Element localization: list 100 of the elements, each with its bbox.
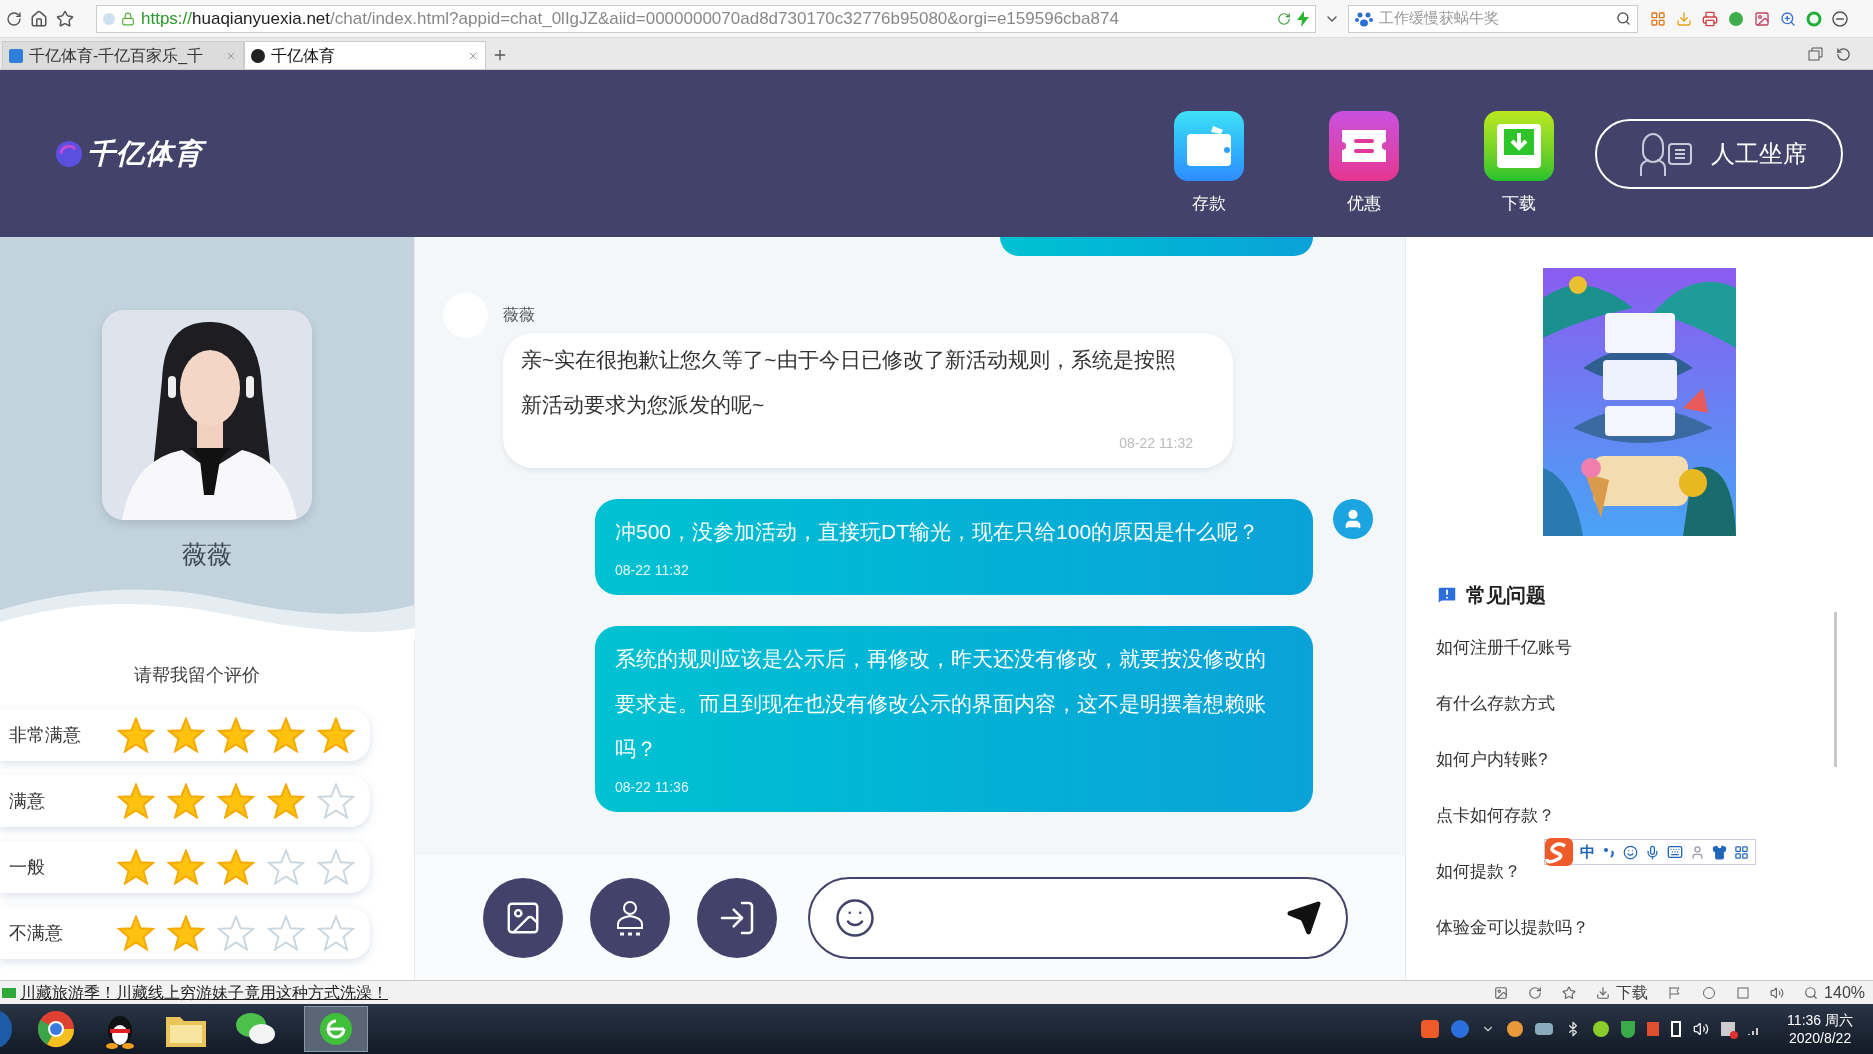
nav-label[interactable]: 优惠 <box>1347 190 1381 217</box>
image-icon[interactable] <box>1754 10 1770 27</box>
message-time: 08-22 11:32 <box>615 561 690 580</box>
bookmark-icon[interactable] <box>56 9 74 28</box>
refresh-icon[interactable] <box>1528 985 1543 1000</box>
filled-star-icon[interactable] <box>217 717 255 753</box>
news-icon <box>2 987 16 998</box>
empty-star-icon[interactable] <box>317 783 355 819</box>
clock-date[interactable]: 2020/8/22 <box>1788 1029 1852 1047</box>
printer-icon[interactable] <box>1702 10 1718 27</box>
battery-icon[interactable] <box>1671 1021 1682 1037</box>
network-icon[interactable] <box>1535 1023 1554 1035</box>
image-icon[interactable] <box>1494 985 1509 1000</box>
wallet-icon[interactable] <box>1174 110 1244 181</box>
filled-star-icon[interactable] <box>167 717 205 753</box>
rating-label: 不满意 <box>9 921 64 945</box>
rating-option[interactable]: 满意 <box>0 775 370 827</box>
filled-star-icon[interactable] <box>267 783 305 819</box>
keyboard-icon[interactable] <box>1667 844 1683 860</box>
filled-star-icon[interactable] <box>317 717 355 753</box>
flag-icon[interactable] <box>1668 985 1683 1000</box>
lightning-icon[interactable] <box>1297 10 1309 27</box>
agent-button[interactable]: 人工坐席 <box>1595 118 1843 189</box>
rating-label: 非常满意 <box>9 723 82 747</box>
rating-label: 一般 <box>9 855 46 879</box>
faq-item[interactable]: 点卡如何存款？ <box>1436 804 1589 827</box>
address-field[interactable]: https://huaqianyuexia.net/chat/index.html?appid=chat_0lIgJZ&aiid=0000000070ad8d730170c32776b95080&orgi=e159596cba874 <box>96 4 1316 33</box>
volume-icon[interactable] <box>1693 1021 1710 1037</box>
rating-option[interactable]: 一般 <box>0 841 370 893</box>
browser-tab[interactable]: 千亿体育-千亿百家乐_千 <box>2 41 244 69</box>
refresh-icon[interactable] <box>6 10 22 27</box>
agent-name: 薇薇 <box>182 539 232 570</box>
filled-star-icon[interactable] <box>117 849 155 885</box>
message-text: 冲500，没参加活动，直接玩DT输光，现在只给100的原因是什么呢？ <box>615 519 1261 545</box>
download-icon[interactable] <box>1484 110 1554 181</box>
nav-label[interactable]: 下载 <box>1502 190 1536 217</box>
input-method-icon[interactable] <box>1421 1020 1440 1038</box>
search-field[interactable]: 工作缓慢获蜗牛奖 <box>1348 4 1638 33</box>
download-label[interactable]: 下载 <box>1616 980 1649 1005</box>
shield-icon[interactable] <box>1621 1020 1636 1038</box>
minus-circle-icon[interactable] <box>1832 10 1848 27</box>
faq-item[interactable]: 体验金可以提款吗？ <box>1436 916 1589 939</box>
message-text: 系统的规则应该是公示后，再修改，昨天还没有修改，就要按没修改的要求走。而且到现在也没有修改公示的界面内容，这不是明摆着想赖账吗？ <box>615 646 1267 762</box>
user-icon[interactable] <box>1690 844 1705 860</box>
rating-option[interactable]: 不满意 <box>0 907 370 959</box>
clock-time[interactable]: 11:36 周六 <box>1787 1011 1853 1029</box>
news-link[interactable]: 川藏旅游季！川藏线上穷游妹子竟用这种方式洗澡！ <box>20 980 388 1005</box>
rating-label: 满意 <box>9 789 46 813</box>
zoom-level[interactable]: 140% <box>1824 980 1865 1005</box>
send-icon[interactable] <box>1286 899 1322 936</box>
empty-star-icon[interactable] <box>317 849 355 885</box>
reload-icon[interactable] <box>1277 11 1291 26</box>
pin-icon[interactable] <box>1562 985 1577 1000</box>
paw-icon <box>1355 10 1373 27</box>
grid-icon[interactable] <box>1734 844 1749 860</box>
emoji-icon[interactable] <box>834 896 876 939</box>
search-input[interactable]: 工作缓慢获蜗牛奖 <box>1379 7 1610 30</box>
filled-star-icon[interactable] <box>267 717 305 753</box>
restore-icon[interactable] <box>1808 47 1824 61</box>
logo-icon <box>55 139 83 168</box>
ime-toolbar[interactable]: 中 <box>1544 839 1756 865</box>
rating-option[interactable]: 非常满意 <box>0 709 370 761</box>
filled-star-icon[interactable] <box>167 849 205 885</box>
lock-icon <box>121 11 135 26</box>
microphone-icon[interactable] <box>1645 844 1660 860</box>
filled-star-icon[interactable] <box>167 783 205 819</box>
shirt-icon[interactable] <box>1712 844 1727 860</box>
undo-icon[interactable] <box>1836 47 1851 62</box>
empty-star-icon[interactable] <box>267 915 305 951</box>
tray-app-icon[interactable] <box>1507 1021 1524 1037</box>
filled-star-icon[interactable] <box>167 915 205 951</box>
browser-app-icon <box>318 1011 354 1047</box>
zoom-icon[interactable] <box>1780 10 1796 27</box>
zoom-icon[interactable] <box>1804 985 1819 1000</box>
empty-star-icon[interactable] <box>317 915 355 951</box>
scrollbar[interactable] <box>1834 612 1837 767</box>
message-time: 08-22 11:32 <box>1118 434 1193 453</box>
empty-star-icon[interactable] <box>267 849 305 885</box>
punctuation-icon[interactable] <box>1602 845 1616 859</box>
grid-icon[interactable] <box>1650 10 1666 27</box>
emoji-icon[interactable] <box>1623 844 1638 860</box>
chrome-icon[interactable] <box>36 1009 76 1049</box>
nav-label[interactable]: 存款 <box>1192 190 1226 217</box>
faq-item[interactable]: 有什么存款方式 <box>1436 692 1589 715</box>
faq-item[interactable]: 如何注册千亿账号 <box>1436 636 1589 659</box>
new-tab-icon[interactable] <box>492 47 508 63</box>
filled-star-icon[interactable] <box>117 915 155 951</box>
browser-tab[interactable]: 千亿体育 <box>244 41 486 69</box>
filled-star-icon[interactable] <box>117 717 155 753</box>
home-icon[interactable] <box>30 9 48 28</box>
active-app-button[interactable] <box>304 1006 368 1052</box>
empty-star-icon[interactable] <box>217 915 255 951</box>
filled-star-icon[interactable] <box>117 783 155 819</box>
filled-star-icon[interactable] <box>217 849 255 885</box>
search-icon[interactable] <box>1616 11 1631 26</box>
ticket-icon[interactable] <box>1329 110 1399 181</box>
download-icon[interactable] <box>1596 985 1611 1000</box>
filled-star-icon[interactable] <box>217 783 255 819</box>
ring-icon[interactable] <box>1806 10 1822 27</box>
faq-item[interactable]: 如何户内转账? <box>1436 748 1589 771</box>
